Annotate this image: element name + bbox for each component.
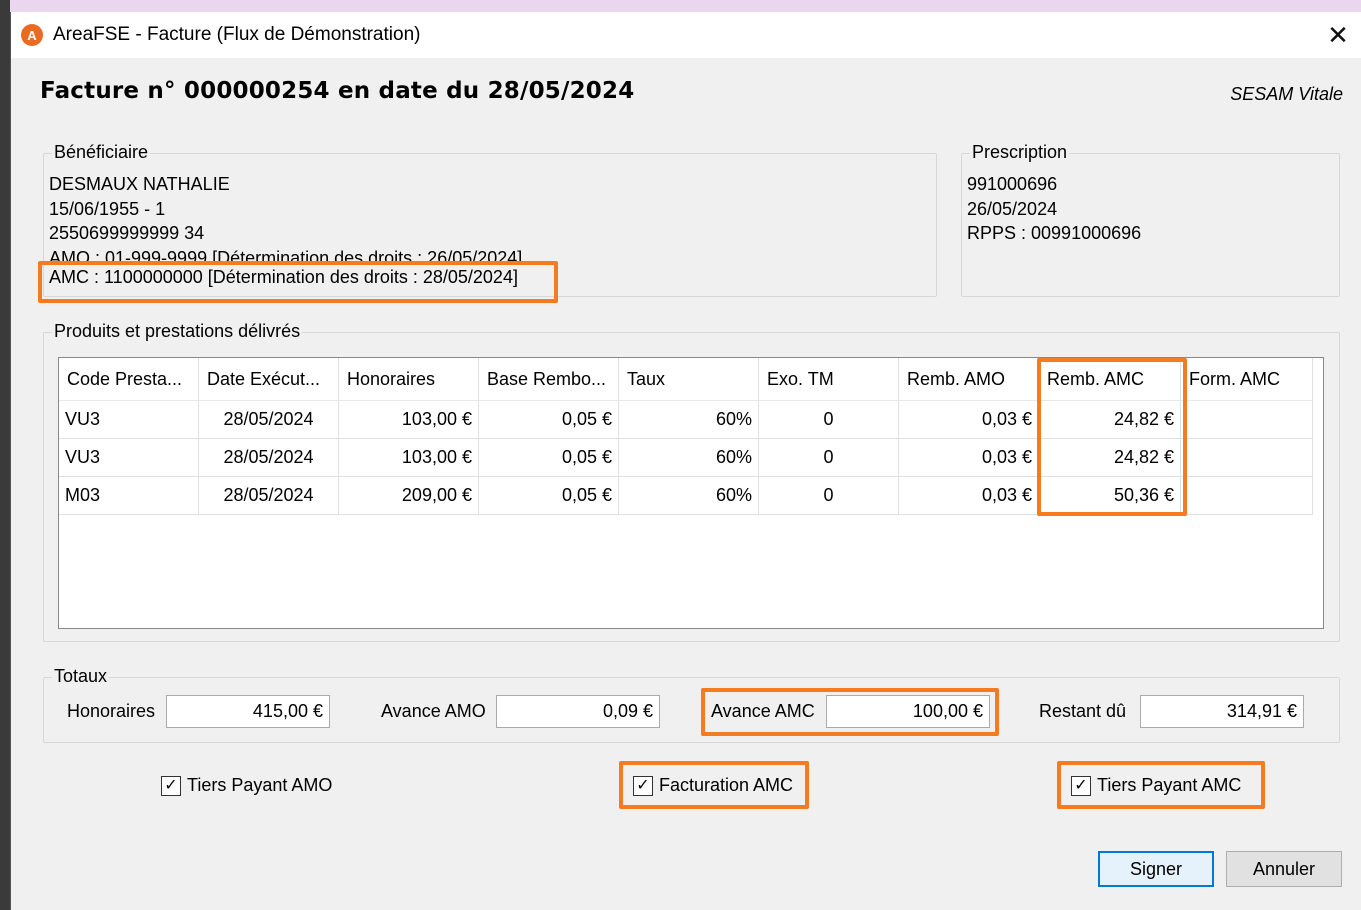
totals-legend: Totaux xyxy=(52,666,110,687)
invoice-dialog: A AreaFSE - Facture (Flux de Démonstrati… xyxy=(10,12,1361,910)
col-header-exo[interactable]: Exo. TM xyxy=(759,358,899,401)
background-edge xyxy=(0,0,10,910)
beneficiary-details: DESMAUX NATHALIE 15/06/1955 - 1 25506999… xyxy=(49,172,522,262)
cell-date: 28/05/2024 xyxy=(199,439,339,477)
cancel-button[interactable]: Annuler xyxy=(1226,851,1342,887)
cell-taux: 60% xyxy=(619,477,759,515)
col-header-base[interactable]: Base Rembo... xyxy=(479,358,619,401)
prescription-group: Prescription 991000696 26/05/2024 RPPS :… xyxy=(961,142,1340,297)
cell-base: 0,05 € xyxy=(479,401,619,439)
highlight-tiers-payant-amc xyxy=(1057,761,1265,809)
title-bar[interactable]: A AreaFSE - Facture (Flux de Démonstrati… xyxy=(11,12,1361,58)
cell-base: 0,05 € xyxy=(479,439,619,477)
cell-code: VU3 xyxy=(59,439,199,477)
col-header-form-amc[interactable]: Form. AMC xyxy=(1181,358,1313,401)
restant-label: Restant dû xyxy=(1039,701,1127,721)
sign-button[interactable]: Signer xyxy=(1098,851,1214,887)
prescription-number: 991000696 xyxy=(967,174,1058,194)
avance-amo-field[interactable]: 0,09 € xyxy=(496,695,660,728)
cell-base: 0,05 € xyxy=(479,477,619,515)
beneficiary-nir: 2550699999999 34 xyxy=(49,223,205,243)
col-header-honoraires[interactable]: Honoraires xyxy=(339,358,479,401)
col-header-taux[interactable]: Taux xyxy=(619,358,759,401)
col-header-code[interactable]: Code Presta... xyxy=(59,358,199,401)
avance-amo-label: Avance AMO xyxy=(381,701,486,721)
prescription-rpps: RPPS : 00991000696 xyxy=(967,223,1142,243)
cell-honoraires: 103,00 € xyxy=(339,439,479,477)
invoice-title: Facture n° 000000254 en date du 28/05/20… xyxy=(40,78,635,104)
restant-field[interactable]: 314,91 € xyxy=(1140,695,1304,728)
cell-honoraires: 103,00 € xyxy=(339,401,479,439)
beneficiary-amo: AMO : 01-999-9999 [Détermination des dro… xyxy=(49,247,523,262)
products-legend: Produits et prestations délivrés xyxy=(52,321,303,342)
highlight-avance-amc xyxy=(701,688,999,736)
tiers-payant-amo-label: Tiers Payant AMO xyxy=(187,775,333,795)
cell-code: M03 xyxy=(59,477,199,515)
background-strip xyxy=(0,0,1361,12)
prescription-details: 991000696 26/05/2024 RPPS : 00991000696 xyxy=(967,172,1141,246)
tiers-payant-amo-checkbox[interactable]: ✓ Tiers Payant AMO xyxy=(161,775,332,796)
beneficiary-birth: 15/06/1955 - 1 xyxy=(49,198,166,219)
check-icon: ✓ xyxy=(161,775,181,796)
cell-form-amc xyxy=(1181,401,1313,439)
cell-remb-amo: 0,03 € xyxy=(899,439,1039,477)
cell-exo: 0 xyxy=(759,401,899,439)
cell-form-amc xyxy=(1181,439,1313,477)
billing-mode: SESAM Vitale xyxy=(1230,84,1343,104)
cell-code: VU3 xyxy=(59,401,199,439)
cell-form-amc xyxy=(1181,477,1313,515)
honoraires-label: Honoraires xyxy=(67,701,156,721)
cell-exo: 0 xyxy=(759,439,899,477)
cell-taux: 60% xyxy=(619,439,759,477)
close-icon[interactable]: ✕ xyxy=(1315,12,1361,58)
beneficiary-legend: Bénéficiaire xyxy=(52,142,151,163)
prescription-legend: Prescription xyxy=(970,142,1070,163)
window-title: AreaFSE - Facture (Flux de Démonstration… xyxy=(53,24,421,45)
cell-taux: 60% xyxy=(619,401,759,439)
highlight-amc-rights xyxy=(38,261,558,303)
cell-remb-amo: 0,03 € xyxy=(899,477,1039,515)
cell-honoraires: 209,00 € xyxy=(339,477,479,515)
prescription-date: 26/05/2024 xyxy=(967,198,1058,219)
cell-date: 28/05/2024 xyxy=(199,477,339,515)
cell-exo: 0 xyxy=(759,477,899,515)
cell-remb-amo: 0,03 € xyxy=(899,401,1039,439)
app-icon: A xyxy=(21,24,43,46)
honoraires-field[interactable]: 415,00 € xyxy=(166,695,330,728)
highlight-facturation-amc xyxy=(619,761,809,809)
beneficiary-name: DESMAUX NATHALIE xyxy=(49,174,230,194)
beneficiary-amo-wrap: AMO : 01-999-9999 [Détermination des dro… xyxy=(49,246,522,262)
highlight-remb-amc-column xyxy=(1037,358,1187,516)
cell-date: 28/05/2024 xyxy=(199,401,339,439)
col-header-date[interactable]: Date Exécut... xyxy=(199,358,339,401)
col-header-remb-amo[interactable]: Remb. AMO xyxy=(899,358,1039,401)
